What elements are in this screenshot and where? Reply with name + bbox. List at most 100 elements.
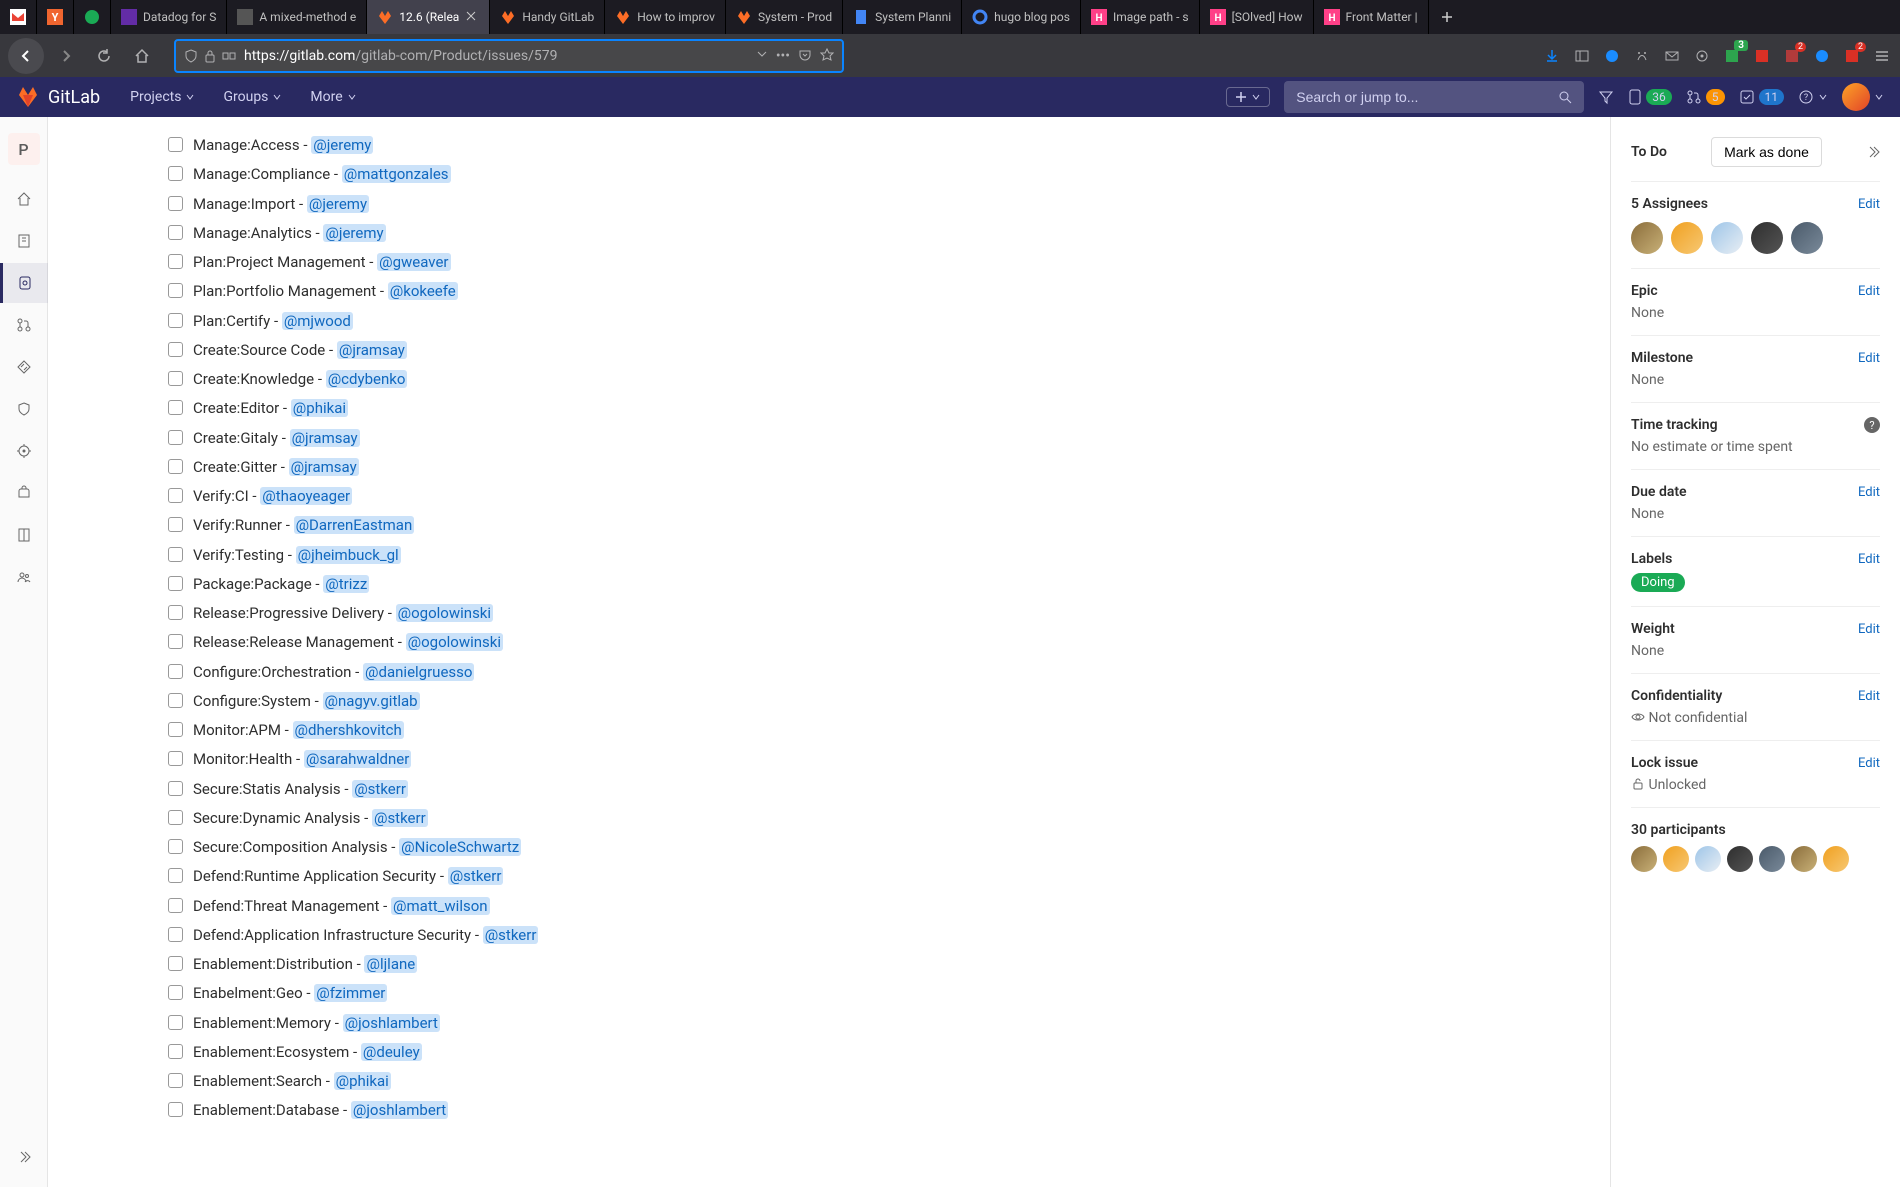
task-checkbox[interactable] — [168, 722, 183, 737]
shield-icon[interactable] — [184, 49, 198, 63]
nav-home-button[interactable] — [126, 40, 158, 72]
user-mention[interactable]: @jramsay — [289, 458, 359, 476]
task-checkbox[interactable] — [168, 1073, 183, 1088]
user-mention[interactable]: @mjwood — [282, 312, 353, 330]
sidebar-home-icon[interactable] — [4, 179, 44, 219]
pocket-icon[interactable] — [798, 48, 812, 64]
nav-back-button[interactable] — [8, 38, 44, 74]
permissions-icon[interactable] — [222, 49, 236, 63]
dropdown-icon[interactable] — [756, 48, 768, 64]
user-mention[interactable]: @stkerr — [483, 926, 539, 944]
user-mention[interactable]: @jeremy — [311, 136, 373, 154]
ext-icon-4[interactable] — [1692, 46, 1712, 66]
task-checkbox[interactable] — [168, 1044, 183, 1059]
user-mention[interactable]: @phikai — [334, 1072, 391, 1090]
user-mention[interactable]: @sarahwaldner — [304, 750, 411, 768]
header-user-avatar[interactable] — [1842, 83, 1884, 111]
sidebar-collapse-icon[interactable] — [4, 1137, 44, 1177]
user-mention[interactable]: @joshlambert — [351, 1101, 448, 1119]
assignee-avatar[interactable] — [1751, 222, 1783, 254]
task-checkbox[interactable] — [168, 810, 183, 825]
user-mention[interactable]: @kokeefe — [388, 282, 458, 300]
nav-forward-button[interactable] — [50, 40, 82, 72]
labels-edit[interactable]: Edit — [1858, 552, 1880, 567]
assignees-edit[interactable]: Edit — [1858, 197, 1880, 212]
participant-avatar[interactable] — [1823, 846, 1849, 872]
sidebar-toggle-icon[interactable] — [1572, 46, 1592, 66]
participant-avatar[interactable] — [1695, 846, 1721, 872]
ext-icon-2[interactable] — [1632, 46, 1652, 66]
participant-avatar[interactable] — [1631, 846, 1657, 872]
user-mention[interactable]: @stkerr — [372, 809, 428, 827]
mark-done-button[interactable]: Mark as done — [1711, 137, 1822, 167]
ext-icon-3[interactable] — [1662, 46, 1682, 66]
participant-avatar[interactable] — [1727, 846, 1753, 872]
nav-more[interactable]: More — [300, 77, 366, 117]
user-mention[interactable]: @ogolowinski — [406, 633, 503, 651]
browser-tab[interactable] — [0, 0, 37, 34]
browser-tab[interactable]: HFront Matter | — [1314, 0, 1429, 34]
task-checkbox[interactable] — [168, 166, 183, 181]
user-mention[interactable]: @fzimmer — [314, 984, 387, 1002]
user-mention[interactable]: @thaoyeager — [260, 487, 352, 505]
task-checkbox[interactable] — [168, 839, 183, 854]
header-help-icon[interactable]: ? — [1798, 89, 1828, 105]
user-mention[interactable]: @mattgonzales — [342, 165, 451, 183]
label-doing[interactable]: Doing — [1631, 573, 1685, 592]
lock-edit[interactable]: Edit — [1858, 756, 1880, 771]
task-checkbox[interactable] — [168, 781, 183, 796]
sidebar-packages-icon[interactable] — [4, 473, 44, 513]
tab-close-icon[interactable] — [465, 10, 479, 24]
lock-icon[interactable] — [204, 49, 216, 63]
task-checkbox[interactable] — [168, 751, 183, 766]
browser-tab[interactable]: System Planni — [843, 0, 962, 34]
task-checkbox[interactable] — [168, 1102, 183, 1117]
participant-avatar[interactable] — [1663, 846, 1689, 872]
sidebar-members-icon[interactable] — [4, 557, 44, 597]
user-mention[interactable]: @jeremy — [307, 195, 369, 213]
user-mention[interactable]: @phikai — [291, 399, 348, 417]
task-checkbox[interactable] — [168, 576, 183, 591]
user-mention[interactable]: @ogolowinski — [396, 604, 493, 622]
task-checkbox[interactable] — [168, 459, 183, 474]
task-checkbox[interactable] — [168, 898, 183, 913]
task-checkbox[interactable] — [168, 137, 183, 152]
task-checkbox[interactable] — [168, 927, 183, 942]
ext-icon-1[interactable] — [1602, 46, 1622, 66]
browser-tab[interactable]: 12.6 (Relea — [367, 0, 490, 34]
browser-tab[interactable]: How to improv — [605, 0, 726, 34]
task-checkbox[interactable] — [168, 517, 183, 532]
user-mention[interactable]: @jramsay — [290, 429, 360, 447]
user-mention[interactable]: @gweaver — [377, 253, 450, 271]
header-mr-counter[interactable]: 5 — [1686, 89, 1725, 105]
user-mention[interactable]: @cdybenko — [326, 370, 408, 388]
user-mention[interactable]: @danielgruesso — [363, 663, 474, 681]
user-mention[interactable]: @deuley — [361, 1043, 422, 1061]
search-input[interactable] — [1296, 89, 1550, 105]
assignee-avatar[interactable] — [1791, 222, 1823, 254]
ext-icon-6[interactable] — [1752, 46, 1772, 66]
nav-groups[interactable]: Groups — [213, 77, 292, 117]
task-checkbox[interactable] — [168, 488, 183, 503]
due-date-edit[interactable]: Edit — [1858, 485, 1880, 500]
user-mention[interactable]: @nagyv.gitlab — [323, 692, 420, 710]
url-bar[interactable]: https://gitlab.com/gitlab-com/Product/is… — [174, 39, 844, 73]
user-mention[interactable]: @NicoleSchwartz — [399, 838, 521, 856]
user-mention[interactable]: @stkerr — [352, 780, 408, 798]
task-checkbox[interactable] — [168, 313, 183, 328]
task-checkbox[interactable] — [168, 634, 183, 649]
browser-tab[interactable]: System - Prod — [726, 0, 843, 34]
task-checkbox[interactable] — [168, 400, 183, 415]
header-plus-button[interactable] — [1226, 87, 1270, 107]
user-mention[interactable]: @jeremy — [323, 224, 385, 242]
task-checkbox[interactable] — [168, 956, 183, 971]
browser-tab[interactable]: hugo blog pos — [962, 0, 1081, 34]
sidebar-collapse-button[interactable] — [1866, 145, 1880, 159]
ext-icon-9[interactable]: 2 — [1842, 46, 1862, 66]
participant-avatar[interactable] — [1759, 846, 1785, 872]
task-checkbox[interactable] — [168, 225, 183, 240]
assignee-avatar[interactable] — [1711, 222, 1743, 254]
epic-edit[interactable]: Edit — [1858, 284, 1880, 299]
task-checkbox[interactable] — [168, 254, 183, 269]
task-checkbox[interactable] — [168, 605, 183, 620]
